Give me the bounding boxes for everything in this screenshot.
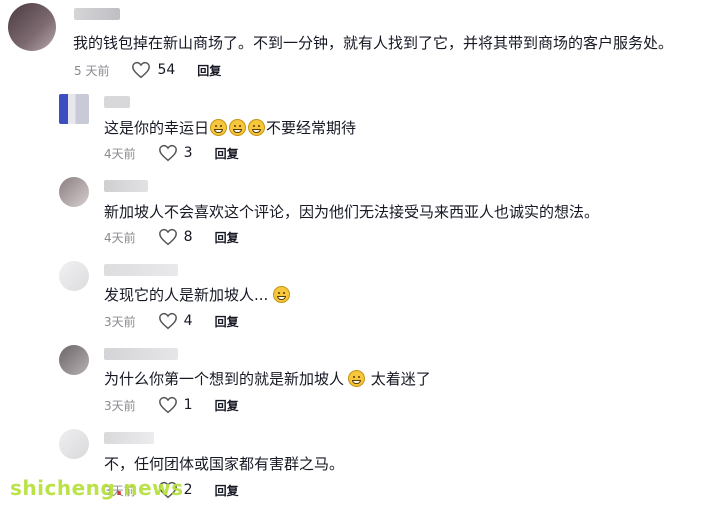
comment-time: 3天前 (104, 314, 136, 329)
grinning-emoji-icon (248, 119, 266, 136)
comment-text-part: 太着迷了 (366, 370, 431, 388)
username-blurred[interactable] (104, 180, 148, 192)
grinning-emoji-icon (348, 370, 366, 387)
watermark-part2: news (123, 476, 184, 500)
comment-text: 发现它的人是新加坡人... (104, 285, 291, 305)
comment-time: 4天前 (104, 230, 136, 245)
grinning-emoji-icon (210, 119, 228, 136)
grinning-emoji-icon (273, 286, 291, 303)
avatar[interactable] (59, 345, 89, 375)
comment-text-part: 这是你的幸运日 (104, 119, 210, 137)
comment-meta: 3天前 4 回复 (104, 311, 239, 331)
comment-meta: 3天前 1 回复 (104, 395, 239, 415)
watermark-part1: shicheng (10, 476, 116, 500)
username-blurred[interactable] (74, 8, 120, 20)
comment-text-part: 发现它的人是新加坡人... (104, 286, 269, 304)
reply-button[interactable]: 回复 (197, 62, 221, 79)
comment-time: 3天前 (104, 398, 136, 413)
comment-time: 4天前 (104, 146, 136, 161)
like-button[interactable]: 4 (158, 312, 193, 330)
comment-meta: 4天前 3 回复 (104, 143, 239, 163)
site-watermark: shicheng.news (10, 476, 184, 500)
comment-meta: 5 天前 54 回复 (74, 60, 221, 80)
like-count: 4 (183, 313, 193, 329)
avatar[interactable] (59, 429, 89, 459)
reply-button[interactable]: 回复 (215, 482, 239, 499)
like-button[interactable]: 1 (158, 396, 193, 414)
like-button[interactable]: 8 (158, 228, 193, 246)
reply-button[interactable]: 回复 (215, 145, 239, 162)
avatar[interactable] (59, 261, 89, 291)
heart-icon (158, 144, 177, 162)
heart-icon (132, 61, 151, 79)
comment-time: 5 天前 (74, 63, 110, 78)
reply-button[interactable]: 回复 (215, 229, 239, 246)
comment-text: 新加坡人不会喜欢这个评论，因为他们无法接受马来西亚人也诚实的想法。 (104, 203, 600, 221)
like-button[interactable]: 54 (131, 61, 175, 79)
reply-button[interactable]: 回复 (215, 397, 239, 414)
username-blurred[interactable] (104, 432, 154, 444)
username-blurred[interactable] (104, 96, 130, 108)
comment-text-part: 不要经常期待 (266, 119, 357, 137)
avatar[interactable] (59, 177, 89, 207)
comment-text-part: 为什么你第一个想到的就是新加坡人 (104, 370, 345, 388)
heart-icon (158, 396, 177, 414)
like-count: 3 (183, 145, 193, 161)
avatar[interactable] (8, 3, 56, 51)
like-count: 8 (183, 229, 193, 245)
username-blurred[interactable] (104, 348, 178, 360)
heart-icon (158, 228, 177, 246)
like-count: 2 (183, 482, 193, 498)
heart-icon (158, 312, 177, 330)
username-blurred[interactable] (104, 264, 178, 276)
reply-button[interactable]: 回复 (215, 313, 239, 330)
like-count: 1 (183, 397, 193, 413)
comment-text: 为什么你第一个想到的就是新加坡人 太着迷了 (104, 369, 431, 389)
like-button[interactable]: 3 (158, 144, 193, 162)
avatar[interactable] (59, 94, 89, 124)
grinning-emoji-icon (229, 119, 247, 136)
comment-text: 不，任何团体或国家都有害群之马。 (104, 455, 345, 473)
comment-text: 这是你的幸运日 不要经常期待 (104, 118, 356, 138)
like-count: 54 (157, 62, 176, 78)
comment-text: 我的钱包掉在新山商场了。不到一分钟，就有人找到了它，并将其带到商场的客户服务处。 (73, 34, 674, 52)
comment-meta: 4天前 8 回复 (104, 227, 239, 247)
